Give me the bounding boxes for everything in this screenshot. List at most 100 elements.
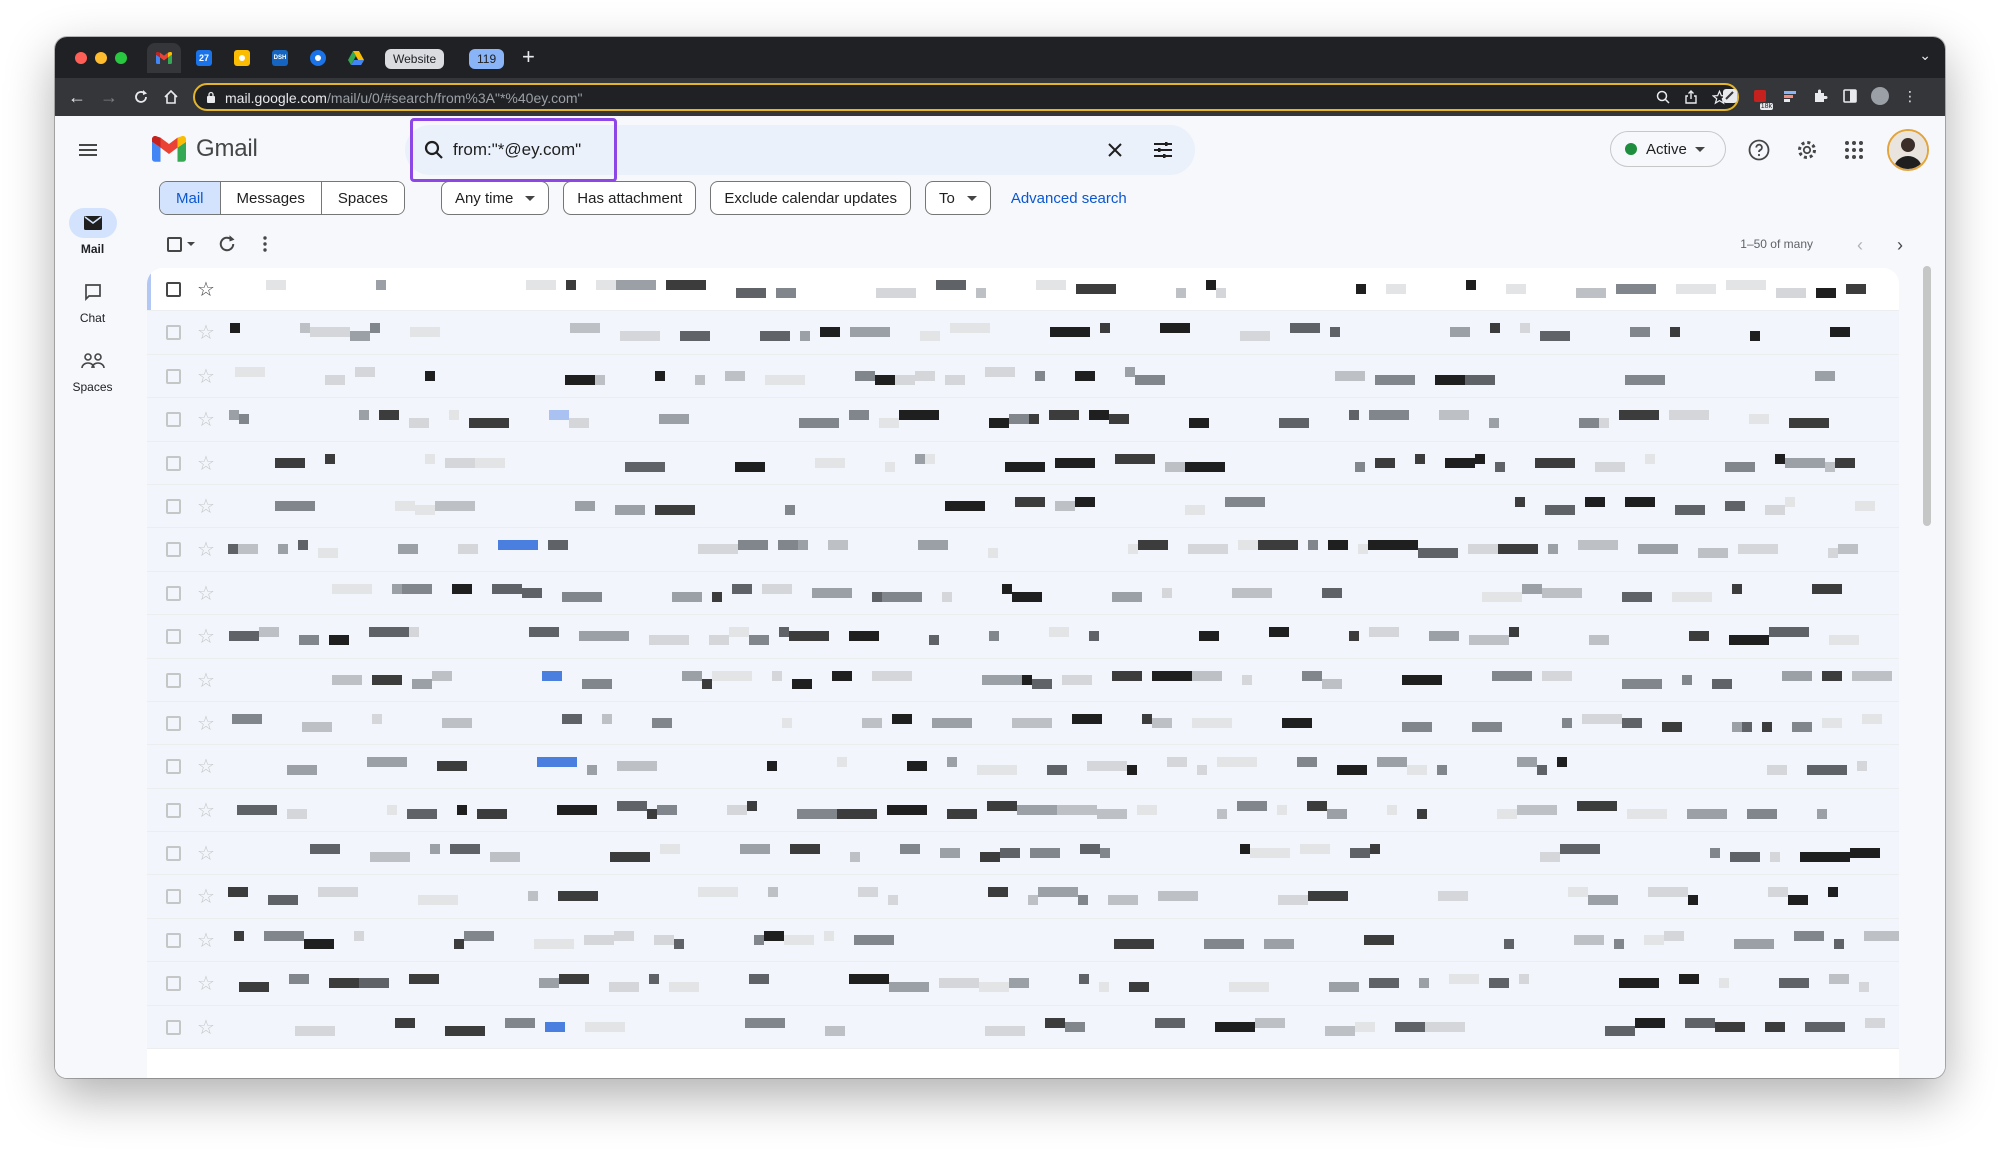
star-icon[interactable]: ☆ bbox=[197, 971, 215, 996]
table-row[interactable]: ☆ bbox=[147, 832, 1899, 876]
tab-dashboard[interactable]: DSH bbox=[265, 43, 295, 73]
rail-item-chat[interactable]: Chat bbox=[55, 277, 130, 325]
address-bar[interactable]: mail.google.com/mail/u/0/#search/from%3A… bbox=[193, 83, 1739, 111]
tab-drive[interactable] bbox=[341, 43, 371, 73]
select-all-checkbox[interactable] bbox=[167, 237, 182, 252]
star-icon[interactable]: ☆ bbox=[197, 320, 215, 345]
status-active-button[interactable]: Active bbox=[1610, 131, 1726, 167]
rail-item-spaces[interactable]: Spaces bbox=[55, 346, 130, 394]
segment-mail[interactable]: Mail bbox=[160, 182, 220, 214]
row-checkbox[interactable] bbox=[166, 672, 181, 688]
segment-messages[interactable]: Messages bbox=[219, 182, 321, 214]
row-checkbox[interactable] bbox=[166, 846, 181, 862]
table-row[interactable]: ☆ bbox=[147, 875, 1899, 919]
extension-notes-icon[interactable] bbox=[1720, 86, 1740, 106]
gmail-logo[interactable]: Gmail bbox=[152, 135, 258, 163]
star-icon[interactable]: ☆ bbox=[197, 1015, 215, 1040]
browser-menu-icon[interactable]: ⋮ bbox=[1900, 86, 1920, 106]
rail-item-mail[interactable]: Mail bbox=[55, 208, 130, 256]
table-row[interactable]: ☆ bbox=[147, 701, 1899, 746]
settings-gear-icon[interactable] bbox=[1795, 138, 1819, 162]
row-checkbox[interactable] bbox=[166, 1019, 181, 1035]
tab-group-119[interactable]: 119 bbox=[469, 49, 505, 69]
row-checkbox[interactable] bbox=[166, 889, 181, 905]
star-icon[interactable]: ☆ bbox=[197, 277, 215, 302]
row-checkbox[interactable] bbox=[166, 802, 181, 818]
refresh-icon[interactable] bbox=[217, 234, 237, 254]
table-row[interactable]: ☆ bbox=[147, 745, 1899, 789]
row-checkbox[interactable] bbox=[166, 585, 181, 601]
tab-calendar[interactable]: 27 bbox=[189, 43, 219, 73]
table-row[interactable]: ☆ bbox=[147, 311, 1899, 355]
star-icon[interactable]: ☆ bbox=[197, 624, 215, 649]
row-checkbox[interactable] bbox=[166, 542, 181, 558]
star-icon[interactable]: ☆ bbox=[197, 581, 215, 606]
chip-has-attachment[interactable]: Has attachment bbox=[563, 181, 697, 215]
star-icon[interactable]: ☆ bbox=[197, 928, 215, 953]
segment-spaces[interactable]: Spaces bbox=[320, 182, 404, 214]
star-icon[interactable]: ☆ bbox=[197, 841, 215, 866]
table-row[interactable]: ☆ bbox=[147, 398, 1899, 442]
forward-button[interactable]: → bbox=[97, 85, 121, 109]
star-icon[interactable]: ☆ bbox=[197, 798, 215, 823]
close-window-button[interactable] bbox=[75, 52, 87, 64]
more-options-icon[interactable] bbox=[255, 234, 275, 254]
advanced-search-link[interactable]: Advanced search bbox=[1011, 190, 1127, 207]
select-dropdown-icon[interactable] bbox=[187, 242, 195, 246]
main-menu-icon[interactable] bbox=[76, 138, 100, 162]
maximize-window-button[interactable] bbox=[115, 52, 127, 64]
home-button[interactable] bbox=[159, 85, 183, 109]
row-checkbox[interactable] bbox=[166, 715, 181, 731]
tab-keep[interactable] bbox=[227, 43, 257, 73]
apps-grid-icon[interactable] bbox=[1842, 138, 1866, 162]
help-icon[interactable] bbox=[1747, 138, 1771, 162]
table-row[interactable]: ☆ bbox=[147, 441, 1899, 485]
reload-button[interactable] bbox=[129, 85, 153, 109]
star-icon[interactable]: ☆ bbox=[197, 711, 215, 736]
new-tab-button[interactable]: + bbox=[522, 46, 535, 68]
zoom-icon[interactable] bbox=[1655, 89, 1671, 105]
table-row[interactable]: ☆ bbox=[147, 268, 1899, 312]
table-row[interactable]: ☆ bbox=[147, 788, 1899, 833]
star-icon[interactable]: ☆ bbox=[197, 451, 215, 476]
star-icon[interactable]: ☆ bbox=[197, 494, 215, 519]
star-icon[interactable]: ☆ bbox=[197, 407, 215, 432]
table-row[interactable]: ☆ bbox=[147, 962, 1899, 1006]
side-panel-icon[interactable] bbox=[1840, 86, 1860, 106]
chip-to[interactable]: To bbox=[924, 181, 991, 215]
table-row[interactable]: ☆ bbox=[147, 1005, 1899, 1050]
older-page-button[interactable]: › bbox=[1897, 235, 1903, 256]
table-row[interactable]: ☆ bbox=[147, 918, 1899, 963]
table-row[interactable]: ☆ bbox=[147, 658, 1899, 702]
profile-avatar-icon[interactable] bbox=[1870, 86, 1890, 106]
row-checkbox[interactable] bbox=[166, 759, 181, 775]
star-icon[interactable]: ☆ bbox=[197, 364, 215, 389]
extension-badge-icon[interactable]: 18k bbox=[1750, 86, 1773, 110]
tab-search-chevron-icon[interactable]: ⌄ bbox=[1919, 47, 1931, 64]
row-checkbox[interactable] bbox=[166, 325, 181, 341]
chip-exclude-calendar[interactable]: Exclude calendar updates bbox=[710, 181, 911, 215]
row-checkbox[interactable] bbox=[166, 932, 181, 948]
scrollbar-thumb[interactable] bbox=[1923, 266, 1931, 526]
share-icon[interactable] bbox=[1683, 89, 1699, 105]
star-icon[interactable]: ☆ bbox=[197, 537, 215, 562]
star-icon[interactable]: ☆ bbox=[197, 668, 215, 693]
star-icon[interactable]: ☆ bbox=[197, 884, 215, 909]
row-checkbox[interactable] bbox=[166, 629, 181, 645]
account-avatar[interactable] bbox=[1887, 129, 1929, 171]
extension-color-icon[interactable] bbox=[1780, 86, 1800, 106]
list-scrollbar[interactable] bbox=[1921, 266, 1933, 1076]
back-button[interactable]: ← bbox=[65, 85, 89, 109]
search-options-icon[interactable] bbox=[1151, 138, 1175, 162]
table-row[interactable]: ☆ bbox=[147, 484, 1899, 529]
row-checkbox[interactable] bbox=[166, 498, 181, 514]
newer-page-button[interactable]: ‹ bbox=[1857, 235, 1863, 256]
table-row[interactable]: ☆ bbox=[147, 354, 1899, 399]
chip-any-time[interactable]: Any time bbox=[440, 181, 550, 215]
extensions-puzzle-icon[interactable] bbox=[1810, 86, 1830, 106]
row-checkbox[interactable] bbox=[166, 368, 181, 384]
tab-group-website[interactable]: Website bbox=[385, 49, 445, 69]
minimize-window-button[interactable] bbox=[95, 52, 107, 64]
tab-gmail[interactable] bbox=[147, 43, 181, 73]
row-checkbox[interactable] bbox=[166, 412, 181, 428]
